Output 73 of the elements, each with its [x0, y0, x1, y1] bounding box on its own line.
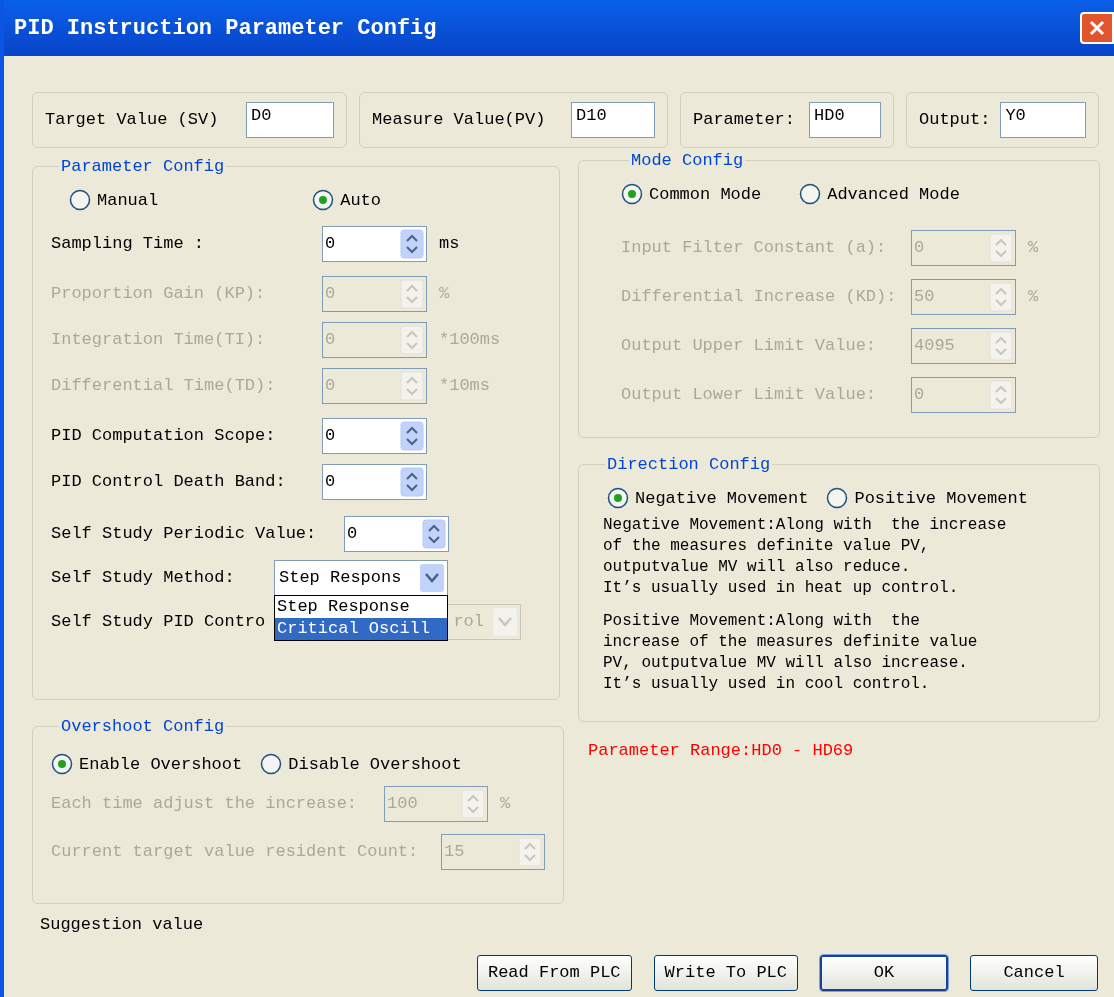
radio-label: Manual: [97, 189, 159, 212]
spin-arrows-icon[interactable]: [422, 519, 446, 549]
radio-button[interactable]: [607, 487, 629, 510]
radio-button[interactable]: [621, 183, 643, 206]
field-label: Current target value resident Count:: [51, 841, 420, 864]
radio-button[interactable]: [799, 183, 822, 206]
dropdown-field[interactable]: Step Respons: [274, 560, 448, 596]
spin-arrows-icon[interactable]: [400, 229, 424, 259]
radio-label: Negative Movement: [635, 487, 809, 510]
unit-label: *100ms: [439, 329, 501, 352]
group-title: Direction Config: [606, 454, 772, 476]
close-icon[interactable]: [1088, 19, 1106, 37]
field-label: Self Study Periodic Value:: [51, 523, 318, 546]
radio-button[interactable]: [312, 189, 335, 212]
dialog-button[interactable]: Cancel: [970, 955, 1098, 991]
dialog-button[interactable]: Read From PLC: [476, 955, 632, 991]
field-label: Input Filter Constant (a):: [621, 237, 888, 260]
description-text: Positive Movement:Along with the increase of the measures definite value PV, outputvalue MV will also increase. It’s usually used in cool control.: [603, 611, 979, 695]
spin-field[interactable]: 0: [322, 418, 427, 454]
spin-arrows-icon[interactable]: [400, 467, 424, 497]
field-label: Output Upper Limit Value:: [621, 335, 878, 358]
field-label: Differential Time(TD):: [51, 375, 277, 398]
radio-button[interactable]: [826, 487, 849, 510]
text-field[interactable]: D0: [246, 102, 334, 138]
text-field[interactable]: Y0: [1000, 102, 1086, 138]
field-label: Measure Value(PV): [372, 109, 547, 132]
radio-label: Disable Overshoot: [288, 753, 462, 776]
radio-label: Common Mode: [649, 183, 762, 206]
unit-label: ms: [439, 233, 460, 256]
field-label: Output Lower Limit Value:: [621, 384, 878, 407]
dialog-button[interactable]: OK: [820, 955, 948, 991]
description-text: Negative Movement:Along with the increase of the measures definite value PV, outputvalue MV will also reduce. It’s usually used in heat up control.: [603, 515, 1008, 599]
suggestion-text: Suggestion value: [40, 914, 205, 936]
chevron-down-icon[interactable]: [419, 563, 445, 593]
field-label: Parameter:: [693, 109, 797, 132]
dropdown-option[interactable]: Step Response: [275, 596, 447, 618]
spin-field[interactable]: 0: [322, 226, 427, 262]
field-label: Each time adjust the increase:: [51, 793, 359, 816]
parameter-range-text: Parameter Range:HD0 - HD69: [588, 740, 855, 762]
field-label: Self Study Method:: [51, 567, 236, 590]
field-label: Proportion Gain (KP):: [51, 283, 267, 306]
field-label: Differential Increase (KD):: [621, 286, 898, 309]
radio-button[interactable]: [69, 189, 91, 212]
unit-label: %: [1028, 286, 1039, 309]
radio-label: Auto: [340, 189, 382, 212]
spin-field[interactable]: 0: [344, 516, 449, 552]
close-button[interactable]: [1080, 12, 1114, 44]
spin-arrows-icon[interactable]: [400, 421, 424, 451]
unit-label: *10ms: [439, 375, 490, 398]
text-field[interactable]: HD0: [809, 102, 881, 138]
spin-field[interactable]: 0: [322, 464, 427, 500]
unit-label: %: [439, 283, 450, 306]
radio-label: Positive Movement: [854, 487, 1028, 510]
group-title: Mode Config: [630, 150, 745, 172]
field-label: Target Value (SV): [45, 109, 220, 132]
field-label: Integration Time(TI):: [51, 329, 267, 352]
unit-label: %: [500, 793, 511, 816]
radio-button[interactable]: [260, 753, 283, 776]
field-label: Self Study PID Contro: [51, 611, 267, 634]
field-label: PID Computation Scope:: [51, 425, 277, 448]
dropdown-option[interactable]: Critical Oscill: [275, 618, 447, 640]
field-label: Sampling Time :: [51, 233, 206, 256]
group-title: Parameter Config: [60, 156, 226, 178]
unit-label: %: [1028, 237, 1039, 260]
group-title: Overshoot Config: [60, 716, 226, 738]
radio-button[interactable]: [51, 753, 73, 776]
window-title: PID Instruction Parameter Config: [14, 14, 437, 43]
field-label: Output:: [919, 109, 991, 132]
field-label: PID Control Death Band:: [51, 471, 287, 494]
radio-label: Advanced Mode: [827, 183, 960, 206]
dialog-button[interactable]: Write To PLC: [653, 955, 798, 991]
text-field[interactable]: D10: [571, 102, 655, 138]
radio-label: Enable Overshoot: [79, 753, 243, 776]
